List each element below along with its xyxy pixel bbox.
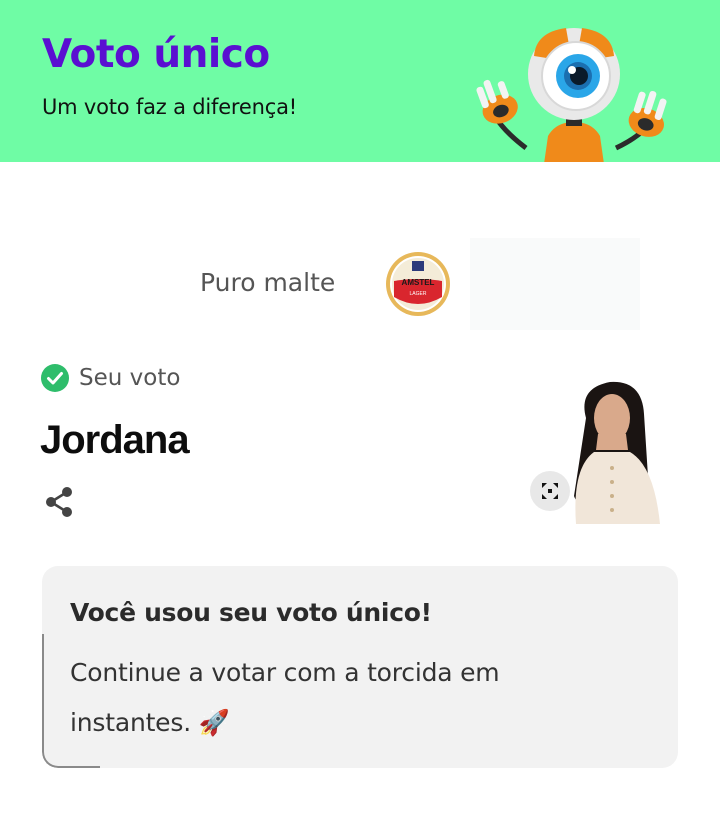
- expand-icon: [542, 483, 558, 499]
- share-icon[interactable]: [43, 485, 77, 519]
- candidate-name: Jordana: [40, 418, 190, 462]
- page-title: Voto único: [42, 32, 270, 77]
- page-subtitle: Um voto faz a diferença!: [42, 95, 297, 119]
- vote-status: Seu voto: [41, 364, 180, 392]
- watermark-graphic: [470, 238, 640, 330]
- candidate-photo: [548, 378, 678, 524]
- vote-label: Seu voto: [79, 365, 181, 391]
- sponsor-logo-subtext: LAGER: [410, 291, 427, 297]
- check-circle-icon: [41, 364, 69, 392]
- info-message: Continue a votar com a torcida em instan…: [70, 658, 500, 737]
- sponsor-label: Puro malte: [200, 268, 336, 297]
- expand-photo-button[interactable]: [530, 471, 570, 511]
- info-card: Você usou seu voto único! Continue a vot…: [42, 566, 678, 768]
- header-banner: Voto único Um voto faz a diferença!: [0, 0, 720, 162]
- info-title: Você usou seu voto único!: [70, 598, 432, 627]
- mascot-illustration: [476, 28, 667, 162]
- sponsor-logo: AMSTEL LAGER: [386, 252, 450, 316]
- sponsor-logo-text: AMSTEL: [402, 278, 435, 287]
